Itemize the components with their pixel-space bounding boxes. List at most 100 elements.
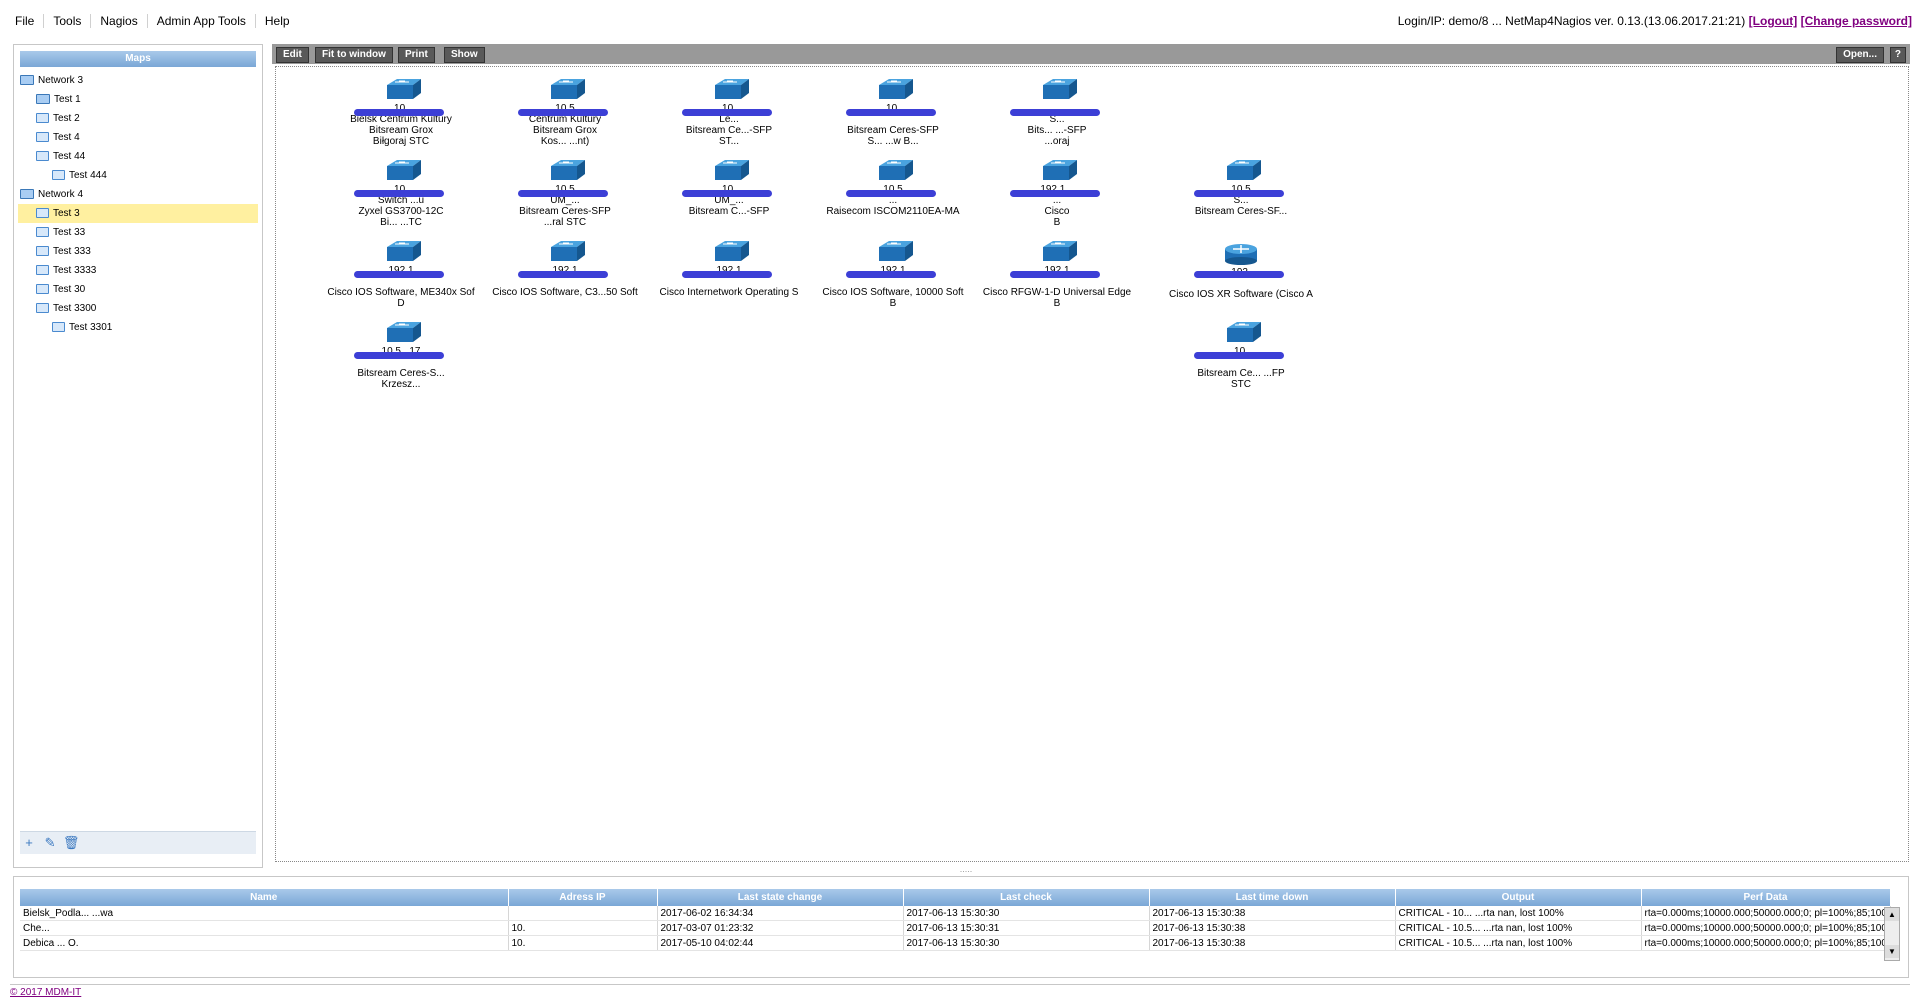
tree-item[interactable]: Test 3301 xyxy=(18,318,258,337)
table-row[interactable]: Che... 10. 2017-03-07 01:23:32 2017-06-13 1… xyxy=(20,920,1891,936)
tree-item-label: Network 3 xyxy=(38,75,84,86)
tree-item[interactable]: Test 3 xyxy=(18,204,258,223)
tree-item[interactable]: Test 444 xyxy=(18,166,258,185)
switch-icon xyxy=(1043,241,1077,261)
device-label: Cisco IOS Software, ME340x Sof xyxy=(327,287,475,298)
delete-trash-icon[interactable]: 🗑 xyxy=(62,832,80,854)
device-label: Cisco IOS Software, 10000 Soft xyxy=(822,287,964,298)
tree-item-label: Network 4 xyxy=(38,189,84,200)
add-icon[interactable]: + xyxy=(20,832,38,854)
column-header[interactable]: Last state change xyxy=(657,889,904,906)
device-node[interactable]: 192. Cisco IOS XR Software (Cisco A xyxy=(1166,241,1316,311)
show-button[interactable]: Show xyxy=(444,47,485,63)
column-header[interactable]: Last time down xyxy=(1149,889,1396,906)
switch-icon xyxy=(387,322,421,342)
device-label: Bitsream Ceres-S... xyxy=(357,368,445,379)
device-node[interactable]: 10.5Centrum KulturyBitsream GroxKos... .… xyxy=(490,79,640,147)
tree-item[interactable]: Test 3300 xyxy=(18,299,258,318)
device-node[interactable]: 192.1 Cisco IOS Software, C3...50 Soft xyxy=(490,241,640,309)
device-node[interactable]: S... Bits... ...-SFP ...oraj xyxy=(982,79,1132,147)
redaction-mark xyxy=(354,109,444,116)
footer: © 2017 MDM-IT xyxy=(10,984,1910,1001)
map-icon xyxy=(36,265,49,276)
device-node[interactable]: 10.5...17 Bitsream Ceres-S...Krzesz... xyxy=(326,322,476,390)
table-scrollbar[interactable]: ▲ ▼ xyxy=(1884,907,1900,961)
device-node[interactable]: 10.Le...Bitsream Ce...-SFPST... xyxy=(654,79,804,147)
tree-item[interactable]: Test 333 xyxy=(18,242,258,261)
device-node[interactable]: 192.1......CiscoB xyxy=(982,160,1132,228)
device-label: Bitsream Ce...-SFP xyxy=(685,125,773,136)
device-node[interactable]: 10. Bitsream Ceres-SFPS... ...w B... xyxy=(818,79,968,147)
redaction-mark xyxy=(354,352,444,359)
scroll-down-icon[interactable]: ▼ xyxy=(1885,945,1899,958)
device-node[interactable]: 10.5...Raisecom ISCOM2110EA-MA xyxy=(818,160,968,228)
switch-icon xyxy=(551,241,585,261)
device-node[interactable]: 192.1 Cisco RFGW-1-D Universal EdgeB xyxy=(982,241,1132,309)
tree-item[interactable]: Network 3 xyxy=(18,71,258,90)
device-node[interactable]: 192.1 Cisco Internetwork Operating S xyxy=(654,241,804,309)
help-button[interactable]: ? xyxy=(1889,47,1906,63)
map-icon xyxy=(36,151,49,162)
table-row[interactable]: Debica ... O. 10. 2017-05-10 04:02:44 2017-… xyxy=(20,935,1891,951)
fit-to-window-button[interactable]: Fit to window xyxy=(315,47,393,63)
tree-item[interactable]: Test 3333 xyxy=(18,261,258,280)
device-node[interactable]: 10.UM_...Bitsream C...-SFP xyxy=(654,160,804,228)
column-header[interactable]: Perf Data xyxy=(1641,889,1891,906)
device-label: Bitsream Ce... ...FP xyxy=(1197,368,1285,379)
logout-link[interactable]: [Logout] xyxy=(1749,14,1798,28)
switch-icon xyxy=(551,79,585,99)
menu-admin-app-tools[interactable]: Admin App Tools xyxy=(148,14,256,28)
hosts-table: Name Adress IP Last state change Last check… xyxy=(20,889,1891,951)
maps-tree: Network 3 Test 1 Test 2 Test 4 Test 44 Test 4… xyxy=(18,71,258,337)
device-node[interactable]: 192.1 Cisco IOS Software, ME340x SofD xyxy=(326,241,476,309)
tree-item[interactable]: Test 30 xyxy=(18,280,258,299)
change-password-link[interactable]: [Change password] xyxy=(1801,14,1912,28)
menu-file[interactable]: File xyxy=(6,14,45,28)
splitter-handle[interactable]: ..... xyxy=(956,865,976,874)
device-label: Cisco IOS Software, C3...50 Soft xyxy=(492,287,638,298)
tree-item[interactable]: Test 4 xyxy=(18,128,258,147)
device-node[interactable]: 10.Switch ...uZyxel GS3700-12CBi... ...T… xyxy=(326,160,476,228)
device-label: S... ...w B... xyxy=(867,136,919,147)
switch-icon xyxy=(551,160,585,180)
tree-item[interactable]: Test 1 xyxy=(18,90,258,109)
device-node[interactable]: 10. Bitsream Ce... ...FPSTC xyxy=(1166,322,1316,390)
menu-tools[interactable]: Tools xyxy=(44,14,92,28)
device-node[interactable]: 10.5UM_...Bitsream Ceres-SFP...ral STC xyxy=(490,160,640,228)
print-button[interactable]: Print xyxy=(398,47,435,63)
switch-icon xyxy=(715,241,749,261)
device-node[interactable]: 10.Bielsk Centrum KulturyBitsream GroxBi… xyxy=(326,79,476,147)
tree-item-label: Test 1 xyxy=(54,94,81,105)
network-map-canvas[interactable]: 10.Bielsk Centrum KulturyBitsream GroxBi… xyxy=(275,66,1909,862)
device-node[interactable]: 192.1 Cisco IOS Software, 10000 SoftB xyxy=(818,241,968,309)
open-button[interactable]: Open... xyxy=(1836,47,1884,63)
tree-item[interactable]: Test 44 xyxy=(18,147,258,166)
copyright-link[interactable]: © 2017 MDM-IT xyxy=(10,987,81,998)
map-icon xyxy=(52,170,65,181)
tree-item[interactable]: Test 33 xyxy=(18,223,258,242)
tree-item[interactable]: Test 2 xyxy=(18,109,258,128)
maps-panel-title: Maps xyxy=(20,51,256,67)
table-row[interactable]: Bielsk_Podla... ...wa 2017-06-02 16:34:34… xyxy=(20,906,1891,921)
column-header[interactable]: Name xyxy=(20,889,509,906)
switch-icon xyxy=(1227,322,1261,342)
device-label: B xyxy=(1053,217,1061,228)
menu-nagios[interactable]: Nagios xyxy=(91,14,148,28)
menu-help[interactable]: Help xyxy=(256,14,299,28)
table-cell: rta=0.000ms;10000.000;50000.000;0; pl=10… xyxy=(1641,906,1891,921)
column-header[interactable]: Last check xyxy=(903,889,1150,906)
column-header[interactable]: Adress IP xyxy=(508,889,658,906)
tree-item[interactable]: Network 4 xyxy=(18,185,258,204)
scroll-up-icon[interactable]: ▲ xyxy=(1885,908,1899,921)
table-cell: Debica ... O. xyxy=(20,935,509,951)
maps-panel: Maps Network 3 Test 1 Test 2 Test 4 Test 44 T… xyxy=(13,44,263,868)
device-label: Zyxel GS3700-12C xyxy=(358,206,444,217)
table-cell: 2017-06-02 16:34:34 xyxy=(657,906,904,921)
device-node[interactable]: 10.5S...Bitsream Ceres-SF... xyxy=(1166,160,1316,228)
edit-pencil-icon[interactable]: ✎ xyxy=(41,832,59,854)
column-header[interactable]: Output xyxy=(1395,889,1642,906)
tree-item-label: Test 4 xyxy=(53,132,80,143)
edit-button[interactable]: Edit xyxy=(276,47,309,63)
redaction-mark xyxy=(1194,352,1284,359)
redaction-mark xyxy=(682,190,772,197)
